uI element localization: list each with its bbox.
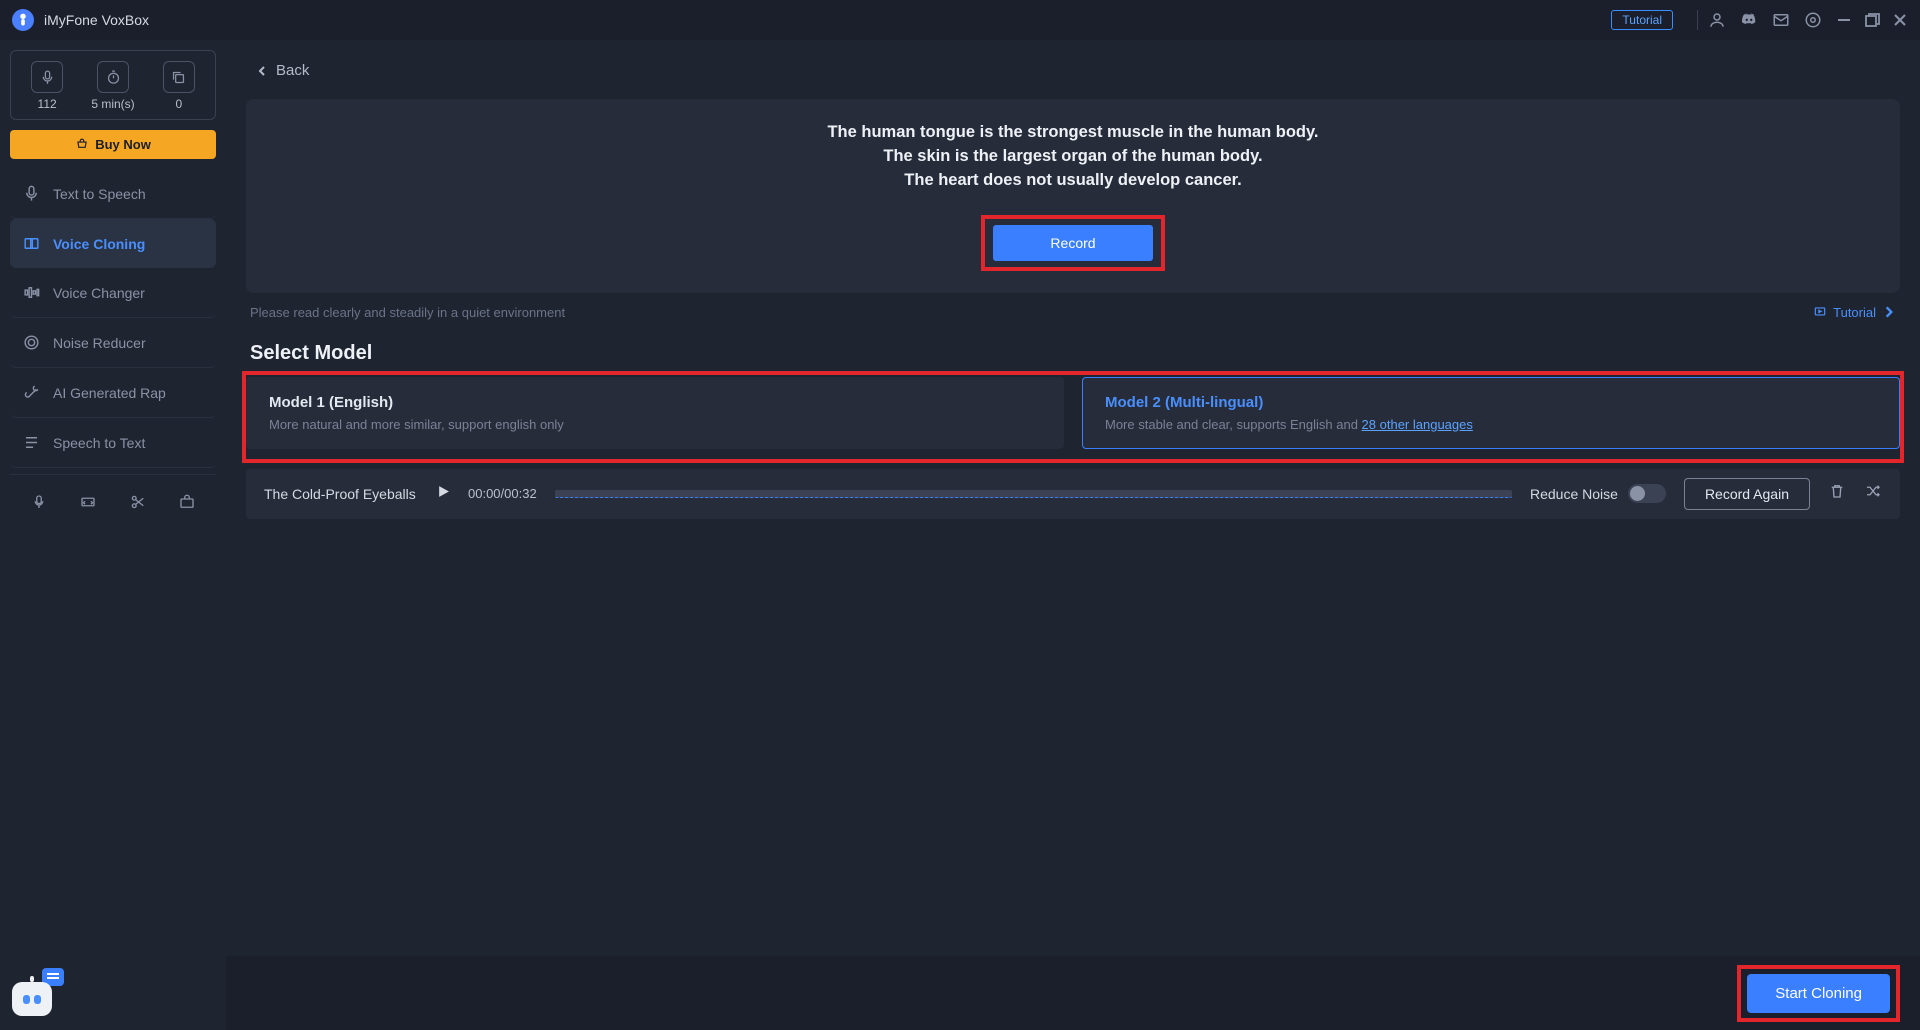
model-card-1[interactable]: Model 1 (English) More natural and more … (246, 377, 1064, 449)
model1-desc: More natural and more similar, support e… (269, 417, 1041, 432)
discord-icon[interactable] (1740, 11, 1758, 29)
select-model-title: Select Model (246, 338, 1900, 377)
minimize-icon[interactable] (1836, 12, 1852, 28)
sidebar-item-noise-reducer[interactable]: Noise Reducer (10, 318, 216, 368)
sidebar-label: Voice Cloning (53, 236, 145, 252)
model-row: Model 1 (English) More natural and more … (246, 377, 1900, 449)
credit-converts-value: 0 (176, 97, 183, 111)
track-name: The Cold-Proof Eyeballs (264, 486, 419, 502)
progress-bar[interactable] (555, 490, 1512, 498)
record-icon[interactable] (30, 493, 48, 516)
gear-icon[interactable] (1804, 11, 1822, 29)
close-icon[interactable] (1892, 12, 1908, 28)
reading-line: The human tongue is the strongest muscle… (266, 121, 1880, 145)
maximize-icon[interactable] (1864, 12, 1880, 28)
reading-line: The skin is the largest organ of the hum… (266, 145, 1880, 169)
start-highlight-box: Start Cloning (1737, 965, 1900, 1022)
sidebar: 112 5 min(s) 0 Buy Now Text to Speech (0, 40, 226, 1030)
tutorial-link[interactable]: Tutorial (1813, 305, 1896, 320)
credit-chars: 112 (31, 61, 63, 111)
user-icon[interactable] (1708, 11, 1726, 29)
model2-title: Model 2 (Multi-lingual) (1105, 394, 1877, 411)
model2-desc: More stable and clear, supports English … (1105, 417, 1877, 432)
back-label: Back (276, 62, 309, 79)
mail-icon[interactable] (1772, 11, 1790, 29)
cut-icon[interactable] (129, 493, 147, 516)
delete-icon[interactable] (1828, 482, 1846, 505)
titlebar-tutorial-button[interactable]: Tutorial (1611, 10, 1673, 30)
sidebar-label: Text to Speech (53, 186, 146, 202)
reduce-noise-control: Reduce Noise (1530, 484, 1666, 503)
titlebar: iMyFone VoxBox Tutorial (0, 0, 1920, 40)
tutorial-link-label: Tutorial (1833, 305, 1876, 320)
credit-converts: 0 (163, 61, 195, 111)
record-again-button[interactable]: Record Again (1684, 478, 1810, 510)
buy-now-label: Buy Now (95, 137, 151, 152)
sidebar-item-voice-changer[interactable]: Voice Changer (10, 268, 216, 318)
player-row: The Cold-Proof Eyeballs 00:00/00:32 Redu… (246, 469, 1900, 519)
main-content: Back The human tongue is the strongest m… (226, 40, 1920, 1030)
app-logo (12, 9, 34, 31)
sidebar-label: Speech to Text (53, 435, 145, 451)
chat-bot-face (12, 982, 52, 1016)
copy-icon (163, 61, 195, 93)
app-title: iMyFone VoxBox (44, 12, 149, 28)
hint-text: Please read clearly and steadily in a qu… (250, 305, 565, 320)
sidebar-label: AI Generated Rap (53, 385, 166, 401)
sidebar-item-speech-to-text[interactable]: Speech to Text (10, 418, 216, 468)
footer: Start Cloning (226, 956, 1920, 1030)
reduce-noise-toggle[interactable] (1628, 484, 1666, 503)
model2-languages-link[interactable]: 28 other languages (1362, 417, 1473, 432)
reading-line: The heart does not usually develop cance… (266, 169, 1880, 193)
model2-desc-prefix: More stable and clear, supports English … (1105, 417, 1362, 432)
sidebar-bottom-tools (10, 474, 216, 534)
record-button[interactable]: Record (993, 225, 1152, 261)
reading-panel: The human tongue is the strongest muscle… (246, 99, 1900, 293)
convert-icon[interactable] (79, 493, 97, 516)
sidebar-item-voice-cloning[interactable]: Voice Cloning (10, 219, 216, 268)
time-display: 00:00/00:32 (468, 486, 537, 501)
divider (1697, 10, 1698, 30)
credit-minutes-value: 5 min(s) (91, 97, 134, 111)
start-cloning-button[interactable]: Start Cloning (1747, 974, 1890, 1013)
toolkit-icon[interactable] (178, 493, 196, 516)
shuffle-icon[interactable] (1864, 482, 1882, 505)
chat-bot-button[interactable] (10, 966, 64, 1020)
reading-text: The human tongue is the strongest muscle… (266, 121, 1880, 193)
play-button[interactable] (437, 485, 450, 503)
model-card-2[interactable]: Model 2 (Multi-lingual) More stable and … (1082, 377, 1900, 449)
timer-icon (97, 61, 129, 93)
buy-now-button[interactable]: Buy Now (10, 130, 216, 159)
sidebar-item-text-to-speech[interactable]: Text to Speech (10, 169, 216, 219)
model1-title: Model 1 (English) (269, 394, 1041, 411)
record-highlight-box: Record (981, 215, 1164, 271)
mic-icon (31, 61, 63, 93)
sidebar-label: Voice Changer (53, 285, 145, 301)
reduce-noise-label: Reduce Noise (1530, 486, 1618, 502)
sidebar-item-ai-rap[interactable]: AI Generated Rap (10, 368, 216, 418)
credit-chars-value: 112 (38, 97, 57, 111)
back-button[interactable]: Back (246, 40, 1900, 99)
credits-box: 112 5 min(s) 0 (10, 50, 216, 120)
credit-minutes: 5 min(s) (91, 61, 134, 111)
sidebar-label: Noise Reducer (53, 335, 146, 351)
